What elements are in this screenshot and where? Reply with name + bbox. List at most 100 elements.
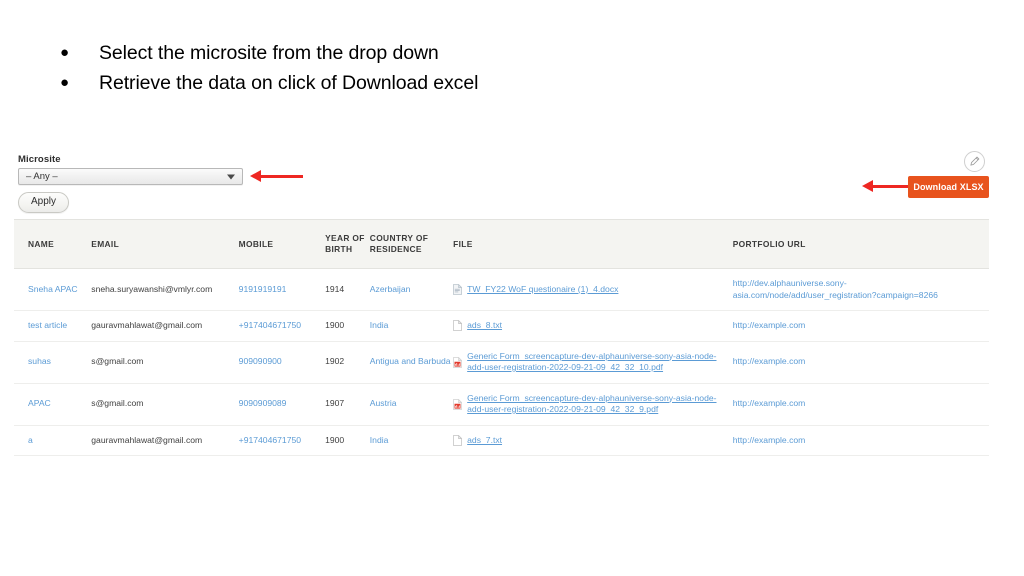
pdf-file-icon — [453, 398, 463, 410]
cell-file: ads_7.txt — [453, 425, 733, 456]
bullet-text: Retrieve the data on click of Download e… — [99, 72, 479, 94]
portfolio-url-link[interactable]: http://example.com — [733, 398, 806, 408]
name-link[interactable]: test article — [28, 320, 67, 330]
file-link[interactable]: ads_8.txt — [467, 320, 502, 332]
column-header-file[interactable]: FILE — [453, 219, 733, 269]
file-link[interactable]: Generic Form_screencapture-dev-alphauniv… — [467, 393, 733, 416]
microsite-label: Microsite — [18, 154, 61, 165]
cell-country: India — [369, 310, 454, 342]
cell-mobile: +917404671750 — [238, 425, 326, 456]
country-link[interactable]: Antigua and Barbuda — [370, 356, 451, 366]
cell-mobile: 9090909089 — [238, 383, 326, 426]
column-header-name[interactable]: NAME — [14, 219, 92, 269]
cell-name: a — [14, 425, 92, 456]
docx-file-icon — [453, 283, 463, 295]
cell-file: Generic Form_screencapture-dev-alphauniv… — [453, 341, 733, 384]
cell-country: India — [369, 425, 454, 456]
column-header-email[interactable]: EMAIL — [91, 219, 239, 269]
table-row: a gauravmahlawat@gmail.com +917404671750 19… — [14, 425, 989, 456]
cell-mobile: 9191919191 — [238, 268, 326, 311]
table-header-row: NAME EMAIL MOBILE YEAR OF BIRTH COUNTRY … — [14, 219, 989, 269]
cell-file: Generic Form_screencapture-dev-alphauniv… — [453, 383, 733, 426]
table-row: suhas s@gmail.com 909090900 1902 Antigua and… — [14, 341, 989, 384]
cell-name: APAC — [14, 383, 92, 426]
cell-portfolio-url: http://dev.alphauniverse.sony-asia.com/n… — [732, 268, 989, 311]
mobile-link[interactable]: 9090909089 — [239, 398, 287, 408]
file-link[interactable]: ads_7.txt — [467, 435, 502, 447]
country-link[interactable]: Azerbaijan — [370, 284, 411, 294]
pencil-icon — [970, 156, 980, 166]
submissions-table: NAME EMAIL MOBILE YEAR OF BIRTH COUNTRY … — [14, 219, 989, 456]
table-row: APAC s@gmail.com 9090909089 1907 Austria Gene… — [14, 383, 989, 426]
cell-portfolio-url: http://example.com — [732, 383, 989, 426]
cell-country: Austria — [369, 383, 454, 426]
arrow-shaft — [261, 174, 303, 178]
bullet-icon: ● — [60, 74, 70, 91]
cell-portfolio-url: http://example.com — [732, 341, 989, 384]
cell-portfolio-url: http://example.com — [732, 310, 989, 342]
table-body: Sneha APAC sneha.suryawanshi@vmlyr.com 919… — [14, 268, 989, 456]
text-file-icon — [453, 319, 463, 331]
microsite-select[interactable]: – Any – — [18, 168, 243, 185]
mobile-link[interactable]: 909090900 — [239, 356, 282, 366]
instruction-bullet-list: ● Select the microsite from the drop dow… — [60, 40, 960, 100]
cell-name: suhas — [14, 341, 92, 384]
column-header-country-of-residence[interactable]: COUNTRY OF RESIDENCE — [369, 219, 454, 269]
file-link[interactable]: TW_FY22 WoF questionaire (1)_4.docx — [467, 284, 618, 296]
mobile-link[interactable]: +917404671750 — [239, 320, 301, 330]
edit-pencil-button[interactable] — [964, 151, 985, 172]
portfolio-url-link[interactable]: http://example.com — [733, 320, 806, 330]
name-link[interactable]: suhas — [28, 356, 51, 366]
text-file-icon — [453, 434, 463, 446]
cell-year-of-birth: 1902 — [325, 341, 370, 384]
cell-file: TW_FY22 WoF questionaire (1)_4.docx — [453, 268, 733, 311]
cell-email: s@gmail.com — [91, 383, 239, 426]
cell-year-of-birth: 1914 — [325, 268, 370, 311]
portfolio-url-link[interactable]: http://example.com — [733, 435, 806, 445]
cell-portfolio-url: http://example.com — [732, 425, 989, 456]
cell-name: test article — [14, 310, 92, 342]
cell-file: ads_8.txt — [453, 310, 733, 342]
cell-email: s@gmail.com — [91, 341, 239, 384]
apply-button[interactable]: Apply — [18, 192, 70, 213]
country-link[interactable]: Austria — [370, 398, 397, 408]
microsite-select-value: – Any – — [26, 171, 58, 182]
cell-mobile: +917404671750 — [238, 310, 326, 342]
cell-year-of-birth: 1907 — [325, 383, 370, 426]
mobile-link[interactable]: +917404671750 — [239, 435, 301, 445]
list-item: ● Retrieve the data on click of Download… — [60, 70, 960, 96]
pdf-file-icon — [453, 356, 463, 368]
portfolio-url-link[interactable]: http://dev.alphauniverse.sony-asia.com/n… — [733, 278, 938, 300]
file-link[interactable]: Generic Form_screencapture-dev-alphauniv… — [467, 351, 733, 374]
cell-email: gauravmahlawat@gmail.com — [91, 310, 239, 342]
cell-country: Antigua and Barbuda — [369, 341, 454, 384]
cell-year-of-birth: 1900 — [325, 425, 370, 456]
column-header-mobile[interactable]: MOBILE — [238, 219, 326, 269]
chevron-down-icon — [227, 174, 235, 179]
cell-email: gauravmahlawat@gmail.com — [91, 425, 239, 456]
cell-name: Sneha APAC — [14, 268, 92, 311]
cell-year-of-birth: 1900 — [325, 310, 370, 342]
arrow-head-icon — [862, 180, 873, 192]
column-header-portfolio-url[interactable]: PORTFOLIO URL — [732, 219, 989, 269]
table-header: NAME EMAIL MOBILE YEAR OF BIRTH COUNTRY … — [14, 219, 989, 269]
table-row: Sneha APAC sneha.suryawanshi@vmlyr.com 919… — [14, 268, 989, 311]
table-row: test article gauravmahlawat@gmail.com +917… — [14, 310, 989, 342]
annotation-arrow-select — [250, 170, 303, 182]
country-link[interactable]: India — [370, 320, 389, 330]
cell-email: sneha.suryawanshi@vmlyr.com — [91, 268, 239, 311]
list-item: ● Select the microsite from the drop dow… — [60, 40, 960, 66]
bullet-text: Select the microsite from the drop down — [99, 42, 439, 64]
country-link[interactable]: India — [370, 435, 389, 445]
arrow-head-icon — [250, 170, 261, 182]
download-xlsx-button[interactable]: Download XLSX — [908, 176, 989, 198]
microsite-filter: Microsite – Any – Apply — [18, 154, 268, 213]
portfolio-url-link[interactable]: http://example.com — [733, 356, 806, 366]
name-link[interactable]: a — [28, 435, 33, 445]
mobile-link[interactable]: 9191919191 — [239, 284, 287, 294]
cell-country: Azerbaijan — [369, 268, 454, 311]
name-link[interactable]: APAC — [28, 398, 51, 408]
name-link[interactable]: Sneha APAC — [28, 284, 78, 294]
bullet-icon: ● — [60, 44, 70, 61]
column-header-year-of-birth[interactable]: YEAR OF BIRTH — [325, 219, 370, 269]
